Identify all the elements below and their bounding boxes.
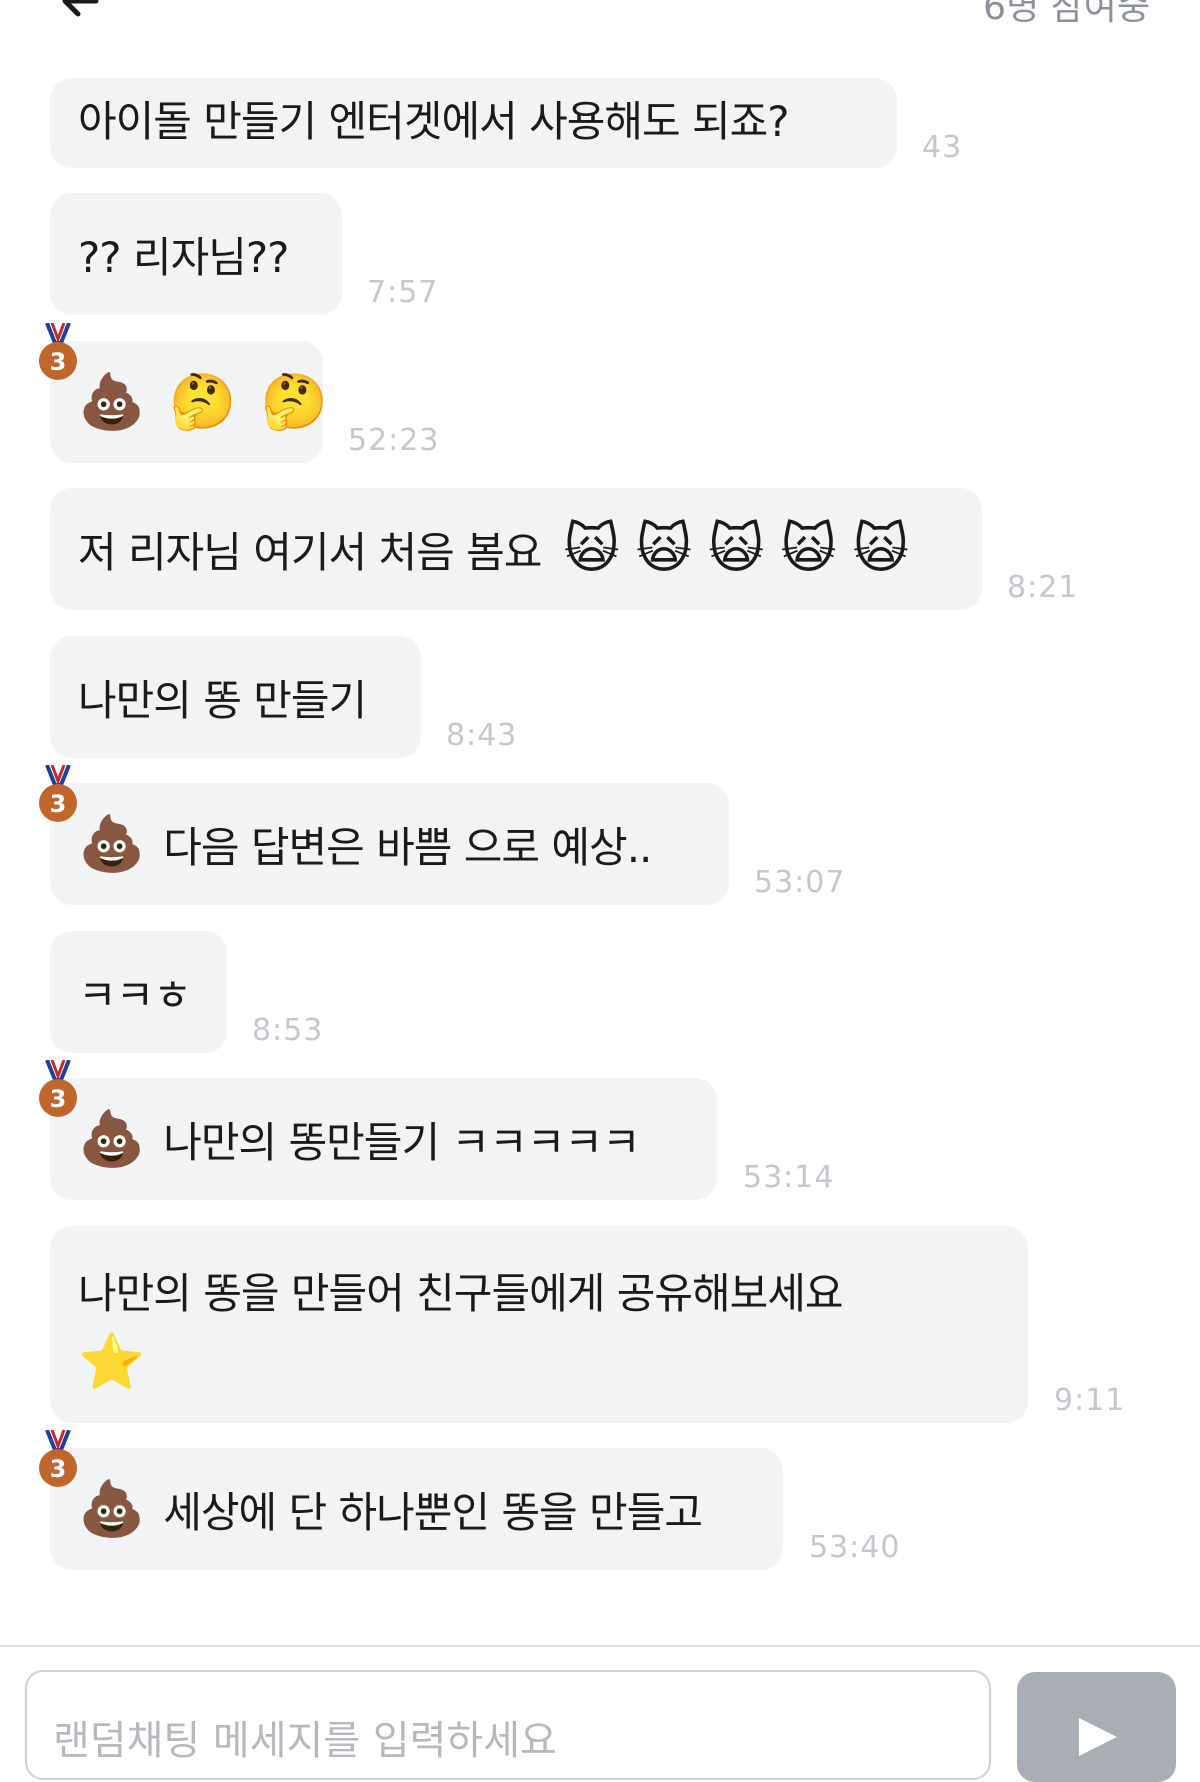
participant-count: 6명 참여중: [983, 0, 1150, 28]
message-time: 43: [922, 130, 963, 165]
message-text: 저 리자님 여기서 처음 봄요: [78, 527, 542, 577]
medal-label: 3: [50, 348, 67, 376]
message-time: 52:23: [348, 423, 440, 458]
chat-message: 3 💩 🤔 🤔 52:23: [39, 323, 438, 463]
medal-icon: 3: [39, 1060, 77, 1117]
message-text: ㅋㅋㅎ: [78, 970, 192, 1020]
message-text: 나만의 똥만들기 ㅋㅋㅋㅋㅋ: [163, 1117, 640, 1167]
message-text: 나만의 똥 만들기: [78, 675, 367, 725]
medal-icon: 3: [39, 765, 77, 822]
message-time: 8:43: [446, 718, 518, 753]
chat-message: 3 💩 다음 답변은 바쁨 으로 예상.. 53:07: [39, 765, 844, 905]
message-time: 53:07: [754, 865, 846, 900]
poop-emoji: 💩: [78, 370, 146, 433]
chat-message: 3 💩 세상에 단 하나뿐인 똥을 만들고 53:40: [39, 1430, 899, 1570]
weary-cat-emoji: 🙀: [635, 517, 693, 580]
medal-icon: 3: [39, 1430, 77, 1487]
poop-emoji: 💩: [78, 812, 146, 875]
chat-message: 아이돌 만들기 엔터겟에서 사용해도 되죠? 43: [50, 78, 961, 168]
star-emoji: ⭐: [78, 1330, 146, 1393]
message-text: 다음 답변은 바쁨 으로 예상..: [163, 822, 652, 872]
message-bubble: 저 리자님 여기서 처음 봄요 🙀 🙀 🙀 🙀 🙀: [50, 488, 982, 610]
message-input-placeholder: 랜덤채팅 메세지를 입력하세요: [53, 1718, 557, 1764]
medal-label: 3: [50, 790, 67, 818]
poop-emoji: 💩: [78, 1477, 146, 1540]
weary-cat-emoji: 🙀: [708, 517, 765, 580]
chat-message: 3 💩 나만의 똥만들기 ㅋㅋㅋㅋㅋ 53:14: [39, 1060, 833, 1200]
message-time: 53:14: [743, 1160, 835, 1195]
message-text: 아이돌 만들기 엔터겟에서 사용해도 되죠?: [78, 96, 790, 146]
chat-message: 나만의 똥을 만들어 친구들에게 공유해보세요 ⭐ 9:11: [50, 1226, 1124, 1423]
composer-divider: [0, 1645, 1200, 1647]
poop-emoji: 💩: [78, 1107, 146, 1170]
top-bar: 6명 참여중: [0, 0, 1200, 40]
message-text: 나만의 똥을 만들어 친구들에게 공유해보세요: [78, 1269, 844, 1318]
message-text: 세상에 단 하나뿐인 똥을 만들고: [163, 1487, 703, 1537]
chat-message: ㅋㅋㅎ 8:53: [50, 931, 322, 1053]
message-text: ?? 리자님??: [78, 232, 289, 282]
message-bubble: 나만의 똥을 만들어 친구들에게 공유해보세요 ⭐: [50, 1226, 1028, 1423]
message-bubble: 💩 🤔 🤔: [50, 341, 328, 463]
chat-message: 나만의 똥 만들기 8:43: [50, 636, 516, 758]
message-time: 9:11: [1054, 1383, 1126, 1418]
weary-cat-emoji: 🙀: [780, 517, 837, 580]
medal-icon: 3: [39, 323, 77, 380]
send-icon: [1079, 1718, 1117, 1756]
message-bubble: ?? 리자님??: [50, 193, 342, 315]
medal-label: 3: [50, 1455, 67, 1483]
weary-cat-emoji: 🙀: [563, 517, 620, 580]
arrow-left-icon[interactable]: [58, 0, 104, 24]
weary-cat-emoji: 🙀: [852, 517, 909, 580]
message-time: 8:53: [252, 1013, 324, 1048]
message-bubble: 나만의 똥 만들기: [50, 636, 421, 758]
send-button[interactable]: [1017, 1672, 1176, 1782]
chat-message: ?? 리자님?? 7:57: [50, 193, 437, 315]
message-bubble: ㅋㅋㅎ: [50, 931, 227, 1053]
message-bubble: 💩 세상에 단 하나뿐인 똥을 만들고: [50, 1448, 783, 1570]
thinking-emoji: 🤔: [260, 370, 328, 433]
message-time: 8:21: [1007, 570, 1079, 605]
message-time: 7:57: [367, 275, 439, 310]
chat-message: 저 리자님 여기서 처음 봄요 🙀 🙀 🙀 🙀 🙀 8:21: [50, 488, 1077, 610]
message-bubble: 💩 나만의 똥만들기 ㅋㅋㅋㅋㅋ: [50, 1078, 717, 1200]
message-time: 53:40: [809, 1530, 901, 1565]
message-bubble: 💩 다음 답변은 바쁨 으로 예상..: [50, 783, 729, 905]
message-input[interactable]: 랜덤채팅 메세지를 입력하세요: [25, 1670, 991, 1780]
medal-label: 3: [50, 1085, 67, 1113]
thinking-emoji: 🤔: [169, 370, 237, 433]
message-bubble: 아이돌 만들기 엔터겟에서 사용해도 되죠?: [50, 78, 897, 168]
